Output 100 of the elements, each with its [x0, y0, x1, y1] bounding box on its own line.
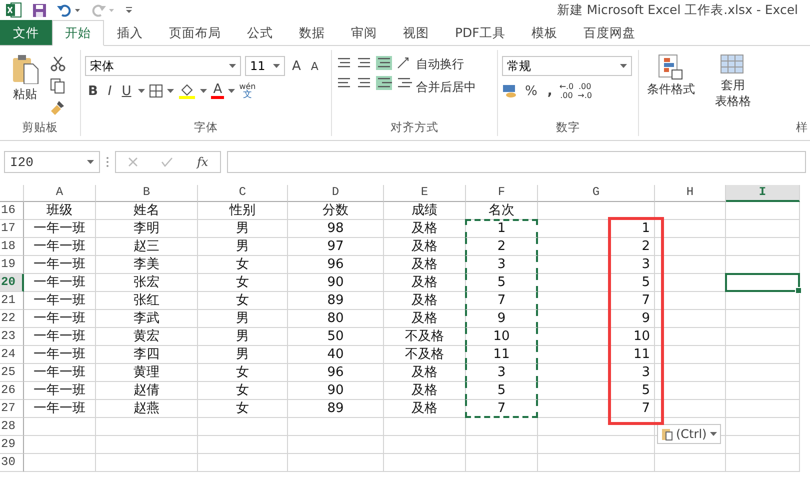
phonetic-guide-button[interactable]: wén 文	[239, 82, 256, 100]
table-cell: 10	[465, 328, 538, 346]
empty-cell	[655, 238, 726, 256]
wrap-text-button[interactable]: 自动换行	[416, 56, 476, 73]
undo-icon[interactable]	[57, 3, 81, 17]
decimal-button[interactable]: .00 →.0	[578, 82, 592, 100]
row-header[interactable]: 22	[0, 310, 24, 328]
table-cell: 李武	[96, 310, 198, 328]
font-size-field[interactable]: 11	[245, 56, 285, 76]
column-header[interactable]: I	[726, 185, 800, 202]
row-header[interactable]: 26	[0, 382, 24, 400]
grow-font-button[interactable]: A	[289, 58, 304, 74]
dropdown-arrow-icon[interactable]	[138, 89, 146, 93]
row-header[interactable]: 29	[0, 436, 24, 454]
font-color-button[interactable]: A	[211, 83, 224, 99]
paste-options-button[interactable]: (Ctrl)	[657, 424, 721, 444]
dropdown-arrow-icon[interactable]	[228, 89, 236, 93]
percent-button[interactable]: %	[522, 84, 540, 98]
table-cell: 黄理	[96, 364, 198, 382]
column-header[interactable]: G	[538, 185, 655, 202]
merge-center-button[interactable]: 合并后居中	[416, 79, 476, 96]
underline-button[interactable]: U	[118, 84, 134, 98]
dropdown-arrow-icon[interactable]	[167, 89, 174, 93]
number-format-field[interactable]: 常规	[502, 56, 632, 76]
format-painter-icon[interactable]	[50, 100, 66, 116]
table-cell: 80	[288, 310, 384, 328]
formula-input-field[interactable]	[227, 151, 806, 173]
font-name-field[interactable]: 宋体	[85, 56, 241, 76]
table-cell: 女	[198, 292, 288, 310]
row-header[interactable]: 28	[0, 418, 24, 436]
insert-function-button[interactable]: fx	[196, 155, 208, 169]
left-align-icon[interactable]	[336, 76, 352, 90]
file-menu-tab[interactable]: 文件	[0, 20, 52, 45]
italic-button[interactable]: I	[104, 84, 115, 98]
dropdown-arrow-icon[interactable]	[87, 160, 94, 164]
row-header[interactable]: 25	[0, 364, 24, 382]
table-cell: 不及格	[384, 328, 466, 346]
row-header[interactable]: 16	[0, 202, 24, 220]
table-cell: 一年一班	[24, 238, 96, 256]
column-header[interactable]: D	[288, 185, 384, 202]
shrink-font-button[interactable]: A	[308, 60, 322, 72]
right-align-icon[interactable]	[376, 76, 392, 90]
cut-icon[interactable]	[50, 56, 66, 72]
middle-align-icon[interactable]	[356, 56, 372, 70]
indent-icon[interactable]	[396, 76, 412, 90]
row-header[interactable]: 17	[0, 220, 24, 238]
dropdown-arrow-icon[interactable]	[229, 64, 236, 68]
borders-icon[interactable]	[149, 84, 164, 98]
fill-color-icon[interactable]	[178, 83, 196, 99]
window-title: 新建 Microsoft Excel 工作表.xlsx - Excel	[556, 2, 798, 18]
table-cell: 及格	[384, 274, 466, 292]
group-label: 样	[795, 119, 809, 136]
row-header[interactable]: 27	[0, 400, 24, 418]
top-align-icon[interactable]	[336, 56, 352, 70]
conditional-format-button[interactable]: 条件格式	[643, 50, 699, 118]
empty-cell	[655, 382, 726, 400]
row-header[interactable]: 20	[0, 274, 24, 292]
bottom-align-icon[interactable]	[376, 56, 392, 70]
dropdown-arrow-icon[interactable]	[620, 64, 627, 68]
column-header[interactable]: F	[466, 185, 538, 202]
column-header[interactable]: E	[384, 185, 466, 202]
column-header[interactable]: C	[198, 185, 288, 202]
ribbon-tab[interactable]: 开始	[52, 20, 104, 46]
spreadsheet-logo-icon	[6, 2, 22, 18]
decimal-button[interactable]: ←.0 .00	[559, 82, 574, 100]
customize-toolbar-icon[interactable]	[125, 6, 133, 14]
dropdown-arrow-icon[interactable]	[273, 64, 280, 68]
bold-button[interactable]: B	[85, 84, 101, 98]
column-header[interactable]: H	[655, 185, 726, 202]
dropdown-arrow-icon[interactable]	[200, 89, 208, 93]
table-cell: 一年一班	[24, 364, 96, 382]
table-cell: 3	[465, 256, 538, 274]
table-cell: 成绩	[384, 202, 466, 220]
row-header[interactable]: 24	[0, 346, 24, 364]
paste-button[interactable]: 粘贴	[4, 50, 46, 118]
table-format-button[interactable]: 套用 表格格	[703, 50, 763, 118]
name-box[interactable]: I20	[4, 151, 100, 173]
table-cell: 98	[288, 220, 384, 238]
table-cell: 男	[198, 328, 288, 346]
table-cell: 一年一班	[24, 400, 96, 418]
comma-button[interactable]: ,	[544, 84, 556, 98]
row-header[interactable]: 19	[0, 256, 24, 274]
center-align-icon[interactable]	[356, 76, 372, 90]
table-cell: 2	[538, 238, 655, 256]
row-header[interactable]: 23	[0, 328, 24, 346]
row-header[interactable]: 30	[0, 454, 24, 472]
table-cell: 5	[538, 382, 655, 400]
table-cell: 11	[465, 346, 538, 364]
table-cell: 7	[538, 400, 655, 418]
copy-icon[interactable]	[50, 78, 66, 94]
currency-icon[interactable]	[502, 84, 518, 98]
column-header[interactable]: A	[24, 185, 96, 202]
table-cell: 一年一班	[24, 292, 96, 310]
dropdown-arrow-icon[interactable]	[710, 432, 717, 436]
table-cell: 名次	[466, 202, 538, 220]
row-header[interactable]: 18	[0, 238, 24, 256]
column-header[interactable]: B	[96, 185, 198, 202]
row-header[interactable]: 21	[0, 292, 24, 310]
save-icon[interactable]	[32, 2, 47, 18]
table-cell: 5	[465, 382, 538, 400]
